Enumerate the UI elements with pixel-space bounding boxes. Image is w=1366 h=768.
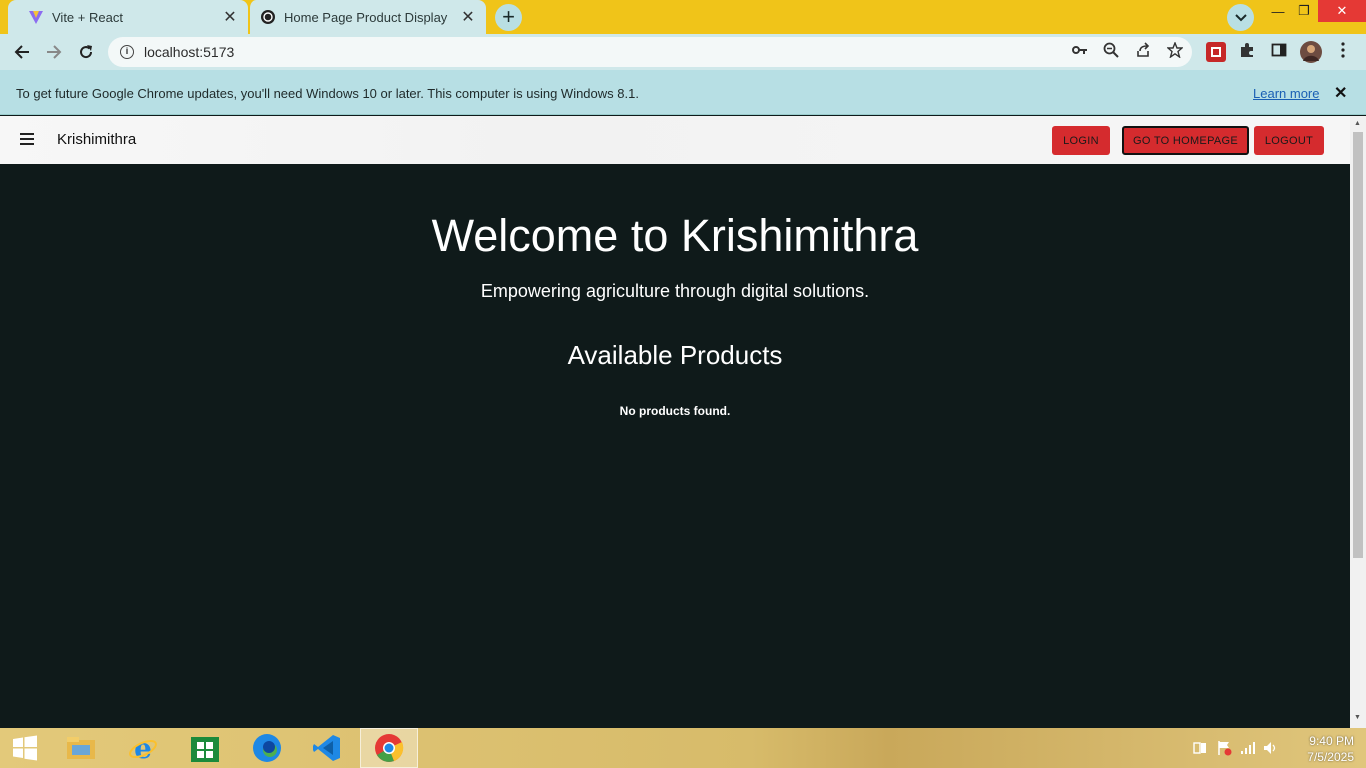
volume-icon[interactable] [1263, 740, 1279, 756]
vite-icon [28, 9, 44, 25]
welcome-subtitle: Empowering agriculture through digital s… [480, 281, 870, 301]
start-button[interactable] [0, 728, 50, 768]
reload-icon[interactable] [74, 40, 98, 64]
vscode-icon[interactable] [298, 728, 356, 768]
browser-toolbar: i localhost:5173 [0, 34, 1366, 70]
app-header: Krishimithra LOGIN GO TO HOMEPAGE LOGOUT [0, 116, 1350, 164]
logout-button[interactable]: LOGOUT [1254, 126, 1324, 155]
chrome-taskbar-icon[interactable] [360, 728, 418, 768]
products-heading: Available Products [567, 340, 783, 370]
openai-icon [260, 9, 276, 25]
infobar-close-icon[interactable]: ✕ [1334, 83, 1347, 103]
clock-time: 9:40 PM [1309, 734, 1354, 748]
restore-button[interactable]: ❐ [1292, 0, 1316, 22]
update-infobar: To get future Google Chrome updates, you… [0, 70, 1366, 115]
tab-close-icon[interactable]: ✕ [222, 7, 238, 27]
flag-alert-icon[interactable] [1216, 740, 1232, 756]
infobar-message: To get future Google Chrome updates, you… [16, 86, 639, 101]
scroll-up-icon[interactable]: ▲ [1354, 120, 1361, 127]
address-bar[interactable]: i localhost:5173 [108, 37, 1192, 67]
zoom-icon[interactable] [1102, 41, 1120, 59]
empty-products-message: No products found. [619, 404, 731, 418]
url-text: localhost:5173 [144, 44, 235, 60]
svg-text:e: e [134, 733, 152, 763]
network-signal-icon[interactable] [1240, 740, 1256, 756]
menu-kebab-icon[interactable] [1334, 41, 1352, 59]
page-scrollbar[interactable]: ▲ ▼ [1350, 116, 1366, 728]
scroll-down-icon[interactable]: ▼ [1354, 714, 1361, 721]
tab-search-button[interactable] [1227, 4, 1254, 31]
tab-strip: Vite + React ✕ Home Page Product Display… [0, 0, 1366, 34]
share-icon[interactable] [1134, 41, 1152, 59]
tab-title: Vite + React [52, 9, 123, 25]
file-explorer-icon[interactable] [52, 728, 110, 768]
windows-taskbar: e 9:40 PM 7/5/2025 [0, 728, 1366, 768]
tab-vite-react[interactable]: Vite + React ✕ [8, 0, 248, 34]
puzzle-extensions-icon[interactable] [1238, 41, 1256, 59]
forward-icon[interactable] [42, 40, 66, 64]
brand-title: Krishimithra [57, 131, 137, 148]
login-button[interactable]: LOGIN [1052, 126, 1110, 155]
go-to-homepage-button[interactable]: GO TO HOMEPAGE [1122, 126, 1249, 155]
store-icon[interactable] [176, 728, 234, 768]
system-clock[interactable]: 9:40 PM 7/5/2025 [1292, 733, 1354, 765]
key-icon[interactable] [1071, 41, 1089, 59]
extension-icon[interactable] [1206, 42, 1226, 62]
window-close-button[interactable]: ✕ [1318, 0, 1366, 22]
side-panel-icon[interactable] [1270, 41, 1288, 59]
scrollbar-thumb[interactable] [1353, 132, 1363, 558]
tab-close-icon[interactable]: ✕ [460, 7, 476, 27]
clock-date: 7/5/2025 [1307, 750, 1354, 764]
edge-icon[interactable] [238, 728, 296, 768]
main-content: Welcome to Krishimithra Empowering agric… [0, 164, 1350, 728]
windows-logo-icon [13, 735, 37, 761]
action-center-icon[interactable] [1192, 740, 1208, 756]
profile-avatar[interactable] [1300, 41, 1322, 63]
chevron-down-icon [1234, 13, 1247, 21]
tab-home-page-product-display[interactable]: Home Page Product Display ✕ [248, 0, 486, 34]
info-icon[interactable]: i [120, 45, 134, 59]
back-icon[interactable] [10, 40, 34, 64]
hamburger-menu-icon[interactable] [20, 133, 34, 148]
minimize-button[interactable]: — [1266, 0, 1290, 22]
new-tab-button[interactable]: + [495, 4, 522, 31]
learn-more-link[interactable]: Learn more [1253, 86, 1319, 101]
internet-explorer-icon[interactable]: e [114, 728, 172, 768]
bookmark-star-icon[interactable] [1166, 41, 1184, 59]
tab-title: Home Page Product Display [284, 9, 448, 25]
welcome-heading: Welcome to Krishimithra [431, 210, 919, 261]
